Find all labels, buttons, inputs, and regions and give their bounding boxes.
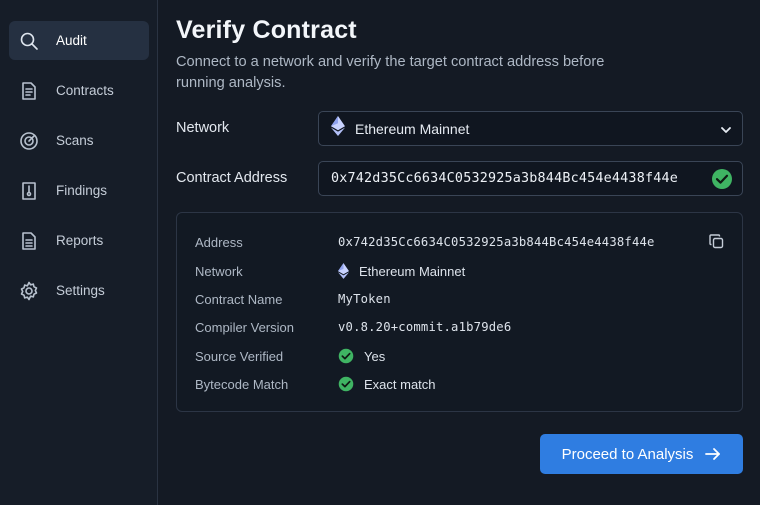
- gear-icon: [19, 281, 39, 301]
- page-subtitle: Connect to a network and verify the targ…: [176, 54, 605, 91]
- network-select-value: Ethereum Mainnet: [355, 120, 470, 137]
- detail-value-text: Exact match: [364, 376, 436, 392]
- sidebar-item-audit[interactable]: Audit: [9, 21, 149, 60]
- detail-value: MyToken: [338, 292, 391, 306]
- sidebar-item-reports[interactable]: Reports: [9, 221, 149, 260]
- ethereum-icon: [331, 116, 345, 141]
- detail-row-contract-name: Contract Name MyToken: [195, 289, 724, 309]
- detail-value: 0x742d35Cc6634C0532925a3b844Bc454e4438f4…: [338, 235, 655, 249]
- search-icon: [19, 31, 39, 51]
- sidebar-item-label: Findings: [56, 183, 108, 198]
- detail-key: Network: [195, 263, 243, 279]
- document-icon: [19, 81, 39, 101]
- detail-value-text: Yes: [364, 348, 386, 364]
- sidebar-item-label: Reports: [56, 233, 104, 248]
- proceed-button-label: Proceed to Analysis: [561, 445, 694, 463]
- detail-key: Source Verified: [195, 348, 284, 364]
- sidebar-item-findings[interactable]: Findings: [9, 171, 149, 210]
- sidebar-item-settings[interactable]: Settings: [9, 271, 149, 310]
- sidebar-item-label: Scans: [56, 133, 94, 148]
- sidebar-item-label: Contracts: [56, 83, 114, 98]
- sidebar-item-contracts[interactable]: Contracts: [9, 71, 149, 110]
- detail-row-bytecode-match: Bytecode Match Exact match: [195, 374, 724, 394]
- check-circle-icon: [338, 376, 354, 392]
- report-icon: [19, 231, 39, 251]
- detail-row-network: Network Ethereum Mainnet: [195, 261, 724, 281]
- detail-value: Yes: [338, 348, 385, 364]
- network-select[interactable]: Ethereum Mainnet: [318, 111, 743, 146]
- detail-row-address: Address 0x742d35Cc6634C0532925a3b844Bc45…: [195, 232, 724, 252]
- sidebar-item-label: Audit: [56, 33, 87, 48]
- network-label: Network: [176, 120, 230, 136]
- contract-address-input[interactable]: 0x742d35Cc6634C0532925a3b844Bc454e4438f4…: [318, 161, 743, 196]
- sidebar-item-label: Settings: [56, 283, 105, 298]
- detail-key: Contract Name: [195, 291, 283, 307]
- detail-key: Address: [195, 234, 243, 250]
- page-title: Verify Contract: [176, 16, 357, 44]
- detail-row-compiler-version: Compiler Version v0.8.20+commit.a1b79de6: [195, 317, 724, 337]
- findings-icon: [19, 181, 39, 201]
- contract-details-panel: Address 0x742d35Cc6634C0532925a3b844Bc45…: [176, 212, 743, 412]
- sidebar: Audit Contracts Scans Findings Reports S…: [0, 0, 158, 505]
- detail-value-text: Ethereum Mainnet: [359, 263, 466, 279]
- contract-address-label: Contract Address: [176, 170, 288, 186]
- detail-key: Bytecode Match: [195, 376, 289, 392]
- detail-value: Ethereum Mainnet: [338, 263, 465, 279]
- ethereum-icon: [338, 263, 349, 279]
- sidebar-item-scans[interactable]: Scans: [9, 121, 149, 160]
- radar-icon: [19, 131, 39, 151]
- proceed-to-analysis-button[interactable]: Proceed to Analysis: [540, 434, 743, 474]
- detail-row-source-verified: Source Verified Yes: [195, 346, 724, 366]
- chevron-down-icon: [720, 123, 732, 141]
- detail-key: Compiler Version: [195, 319, 294, 335]
- copy-icon[interactable]: [709, 234, 724, 254]
- detail-value: Exact match: [338, 376, 436, 392]
- detail-value: v0.8.20+commit.a1b79de6: [338, 320, 512, 334]
- check-circle-icon: [338, 348, 354, 364]
- contract-address-value: 0x742d35Cc6634C0532925a3b844Bc454e4438f4…: [331, 171, 678, 186]
- arrow-right-icon: [705, 447, 721, 461]
- check-circle-icon: [711, 168, 733, 195]
